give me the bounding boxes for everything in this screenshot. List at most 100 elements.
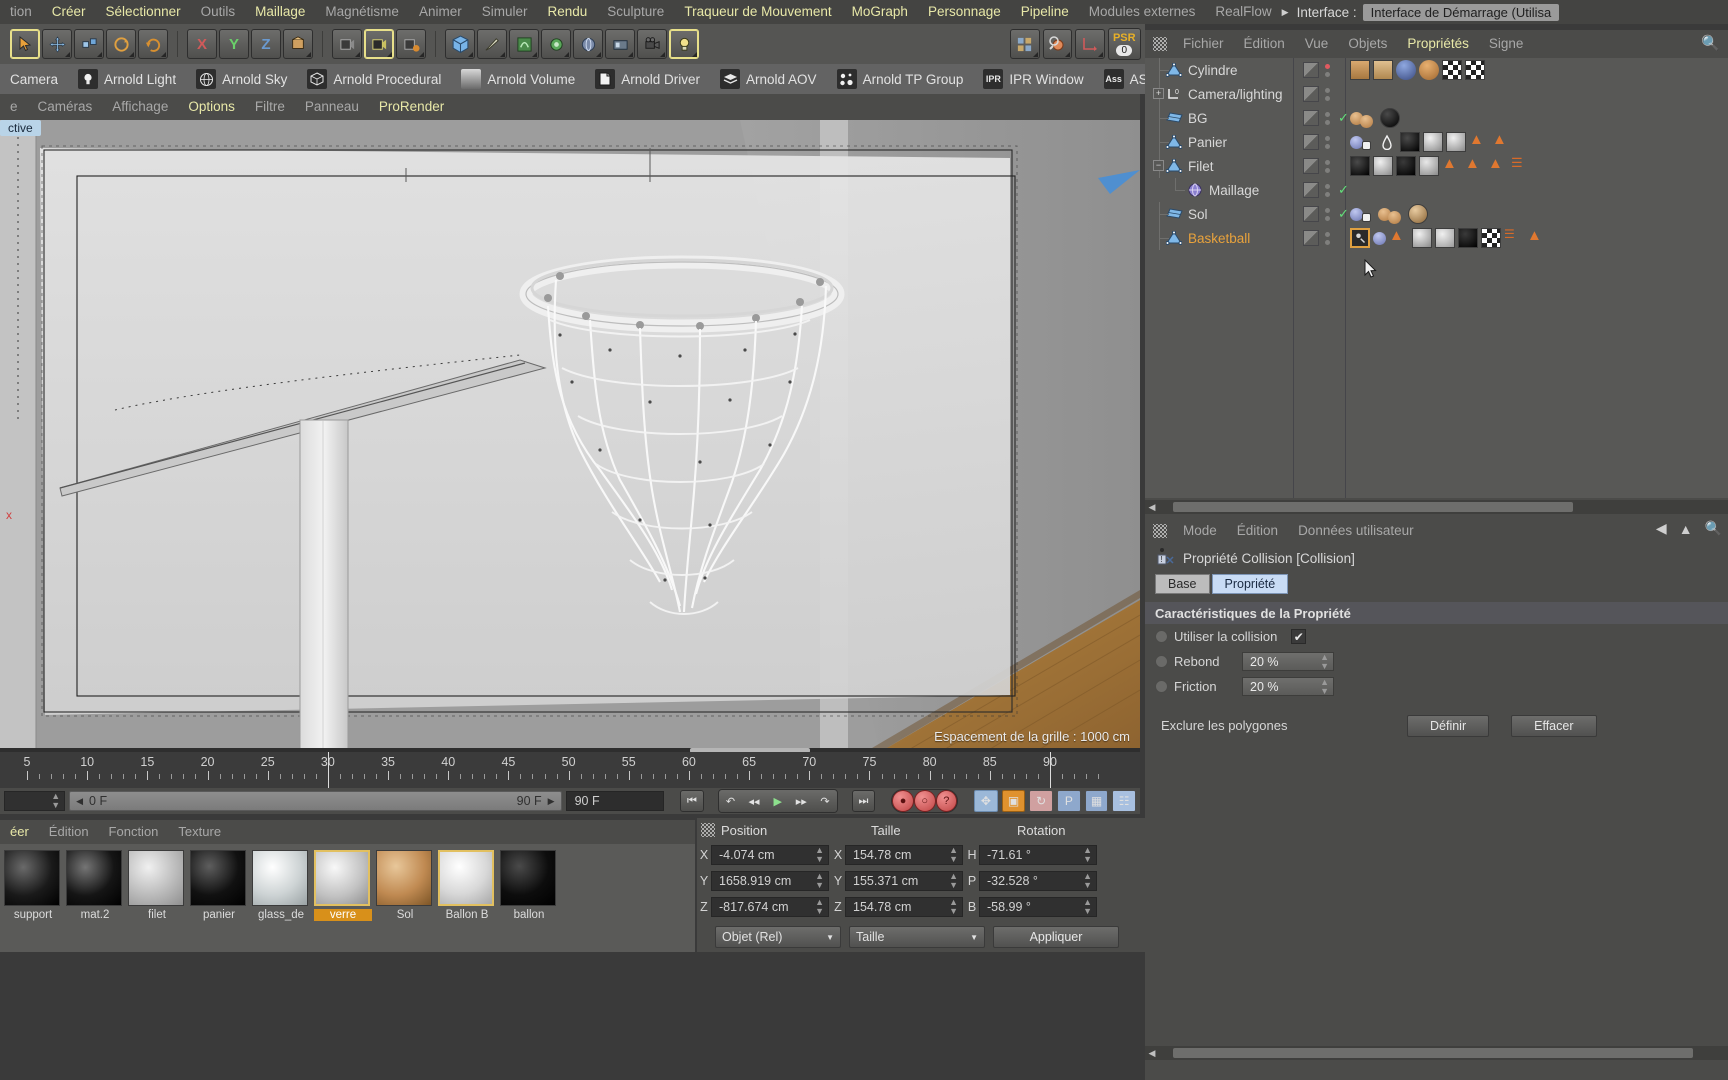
menu-item-traqueur[interactable]: Traqueur de Mouvement: [674, 0, 841, 24]
object-visibility-cell[interactable]: [1297, 154, 1353, 178]
main-menubar[interactable]: tion Créer Sélectionner Outils Maillage …: [0, 0, 1728, 24]
live-selection-icon[interactable]: [10, 29, 40, 59]
stepper-icon[interactable]: ▲ ▼: [1083, 898, 1092, 916]
object-visibility-cell[interactable]: [1297, 58, 1353, 82]
interface-select[interactable]: Interface de Démarrage (Utilisa: [1362, 3, 1560, 21]
black-sphere-tag[interactable]: [1396, 156, 1416, 176]
eye-tag[interactable]: [1373, 60, 1393, 80]
material-swatch[interactable]: [314, 850, 370, 906]
magnifier-sphere-icon[interactable]: [1042, 29, 1073, 59]
grey-sphere-tag[interactable]: [1373, 156, 1393, 176]
person-tag[interactable]: [1396, 60, 1416, 80]
collision-checkbox[interactable]: ✔: [1291, 629, 1307, 644]
arnold-tp-group-button[interactable]: Arnold TP Group: [827, 64, 974, 94]
field-friction[interactable]: Friction 20 % ▲ ▼: [1145, 674, 1728, 699]
rebond-input[interactable]: 20 % ▲ ▼: [1242, 652, 1334, 671]
om-menu-fichier[interactable]: Fichier: [1173, 32, 1234, 56]
menu-item-magnetisme[interactable]: Magnétisme: [315, 0, 409, 24]
keyframe-selection-button[interactable]: ?: [935, 790, 958, 812]
visibility-dots[interactable]: [1325, 111, 1330, 125]
object-tags[interactable]: [1350, 58, 1485, 82]
matmenu-item-fonction[interactable]: Fonction: [99, 820, 169, 844]
axis-x-lock-icon[interactable]: X: [187, 29, 217, 59]
black-sphere-tag[interactable]: [1380, 108, 1400, 128]
play-button[interactable]: ▶: [765, 790, 790, 812]
editor-visibility-dot[interactable]: [1325, 63, 1330, 69]
editor-visibility-dot[interactable]: [1325, 183, 1330, 189]
world-coordinate-icon[interactable]: [283, 29, 313, 59]
grey-sphere-tag[interactable]: [1435, 228, 1455, 248]
visibility-toggle-icon[interactable]: [1303, 86, 1319, 102]
render-visibility-dot[interactable]: [1325, 95, 1330, 101]
position-key-toggle[interactable]: ✥: [974, 790, 998, 812]
stepper-icon[interactable]: ▲ ▼: [949, 872, 958, 890]
material-swatch[interactable]: [190, 850, 246, 906]
object-row-basketball[interactable]: Basketball ▲ ☰ ▲: [1145, 226, 1728, 250]
end-frame-field[interactable]: 90 F: [565, 791, 665, 811]
editor-visibility-dot[interactable]: [1325, 159, 1330, 165]
editor-visibility-dot[interactable]: [1325, 87, 1330, 93]
object-row-maillage[interactable]: Maillage ✓: [1145, 178, 1728, 202]
material-item[interactable]: support: [4, 850, 62, 921]
nav-back-icon[interactable]: ◀: [1656, 520, 1667, 537]
object-row-filet[interactable]: − Filet ▲ ▲ ▲ ☰: [1145, 154, 1728, 178]
environment-icon[interactable]: [573, 29, 603, 59]
field-utiliser-collision[interactable]: Utiliser la collision ✔: [1145, 624, 1728, 649]
panel-grip-icon[interactable]: [701, 823, 715, 837]
matmenu-item-texture[interactable]: Texture: [168, 820, 231, 844]
menu-item-realflow[interactable]: RealFlow: [1205, 0, 1281, 24]
material-swatch[interactable]: [376, 850, 432, 906]
object-tags[interactable]: ▲ ▲: [1350, 130, 1512, 154]
clapper-tag[interactable]: [1350, 60, 1370, 80]
material-manager[interactable]: support mat.2 filet panier glass_de verr…: [0, 844, 695, 952]
material-item[interactable]: Sol: [376, 850, 434, 921]
scale-key-toggle[interactable]: ▣: [1001, 790, 1026, 812]
attribute-manager-grip-icon[interactable]: [1153, 524, 1167, 538]
vpmenu-item-cameras[interactable]: Caméras: [28, 95, 103, 119]
black-sphere-tag[interactable]: [1458, 228, 1478, 248]
material-item[interactable]: filet: [128, 850, 186, 921]
scale-tool-icon[interactable]: [74, 29, 104, 59]
orange-tag[interactable]: ▲: [1442, 156, 1462, 176]
render-visibility-dot[interactable]: [1325, 167, 1330, 173]
rotation-key-toggle[interactable]: ↻: [1029, 790, 1054, 812]
arnold-camera-button[interactable]: Camera: [0, 64, 68, 94]
size-y-field[interactable]: 155.371 cm ▲ ▼: [845, 871, 963, 891]
object-visibility-cell[interactable]: ✓: [1297, 106, 1353, 130]
attribute-manager[interactable]: ! Propriété Collision [Collision] Base P…: [1145, 544, 1728, 1010]
animation-transport-bar[interactable]: ▲ ▼ ◀ 0 F 90 F ▶ 90 F ⏮ ↶ ◂◂ ▶ ▸▸ ↷ ⏭ ● ○: [0, 788, 1140, 814]
object-tags[interactable]: [1350, 202, 1428, 226]
object-manager-grip-icon[interactable]: [1153, 37, 1167, 51]
timeline-frame-slider[interactable]: ◀ 0 F 90 F ▶: [69, 791, 562, 811]
pla-key-toggle[interactable]: ▦: [1084, 790, 1109, 812]
animate-bullet-icon[interactable]: [1155, 630, 1168, 643]
enabled-check-icon[interactable]: ✓: [1338, 206, 1349, 222]
step-forward-button[interactable]: ▸▸: [789, 790, 814, 812]
object-row-cylindre[interactable]: Cylindre: [1145, 58, 1728, 82]
visibility-dots[interactable]: [1325, 135, 1330, 149]
material-swatch[interactable]: [4, 850, 60, 906]
null-object-icon[interactable]: [1165, 157, 1183, 175]
menu-item-rendu[interactable]: Rendu: [537, 0, 597, 24]
arnold-aov-button[interactable]: Arnold AOV: [710, 64, 827, 94]
vpmenu-item-prorender[interactable]: ProRender: [369, 95, 454, 119]
collision-sel-tag[interactable]: [1350, 228, 1370, 248]
material-tan-tag[interactable]: [1388, 211, 1401, 224]
object-manager-hscrollbar[interactable]: ◀: [1145, 500, 1728, 514]
orange-tag[interactable]: ▲: [1465, 156, 1485, 176]
field-rebond[interactable]: Rebond 20 % ▲ ▼: [1145, 649, 1728, 674]
enabled-check-icon[interactable]: ✓: [1338, 182, 1349, 198]
visibility-toggle-icon[interactable]: [1303, 134, 1319, 150]
record-keyframe-button[interactable]: ●: [892, 790, 914, 812]
menu-item-outils[interactable]: Outils: [191, 0, 246, 24]
collision-tag[interactable]: [1377, 132, 1397, 152]
position-x-field[interactable]: -4.074 cm ▲ ▼: [711, 845, 829, 865]
deformer-icon[interactable]: [541, 29, 571, 59]
visibility-toggle-icon[interactable]: [1303, 110, 1319, 126]
material-item-selected[interactable]: verre: [314, 850, 372, 921]
visibility-dots[interactable]: [1325, 231, 1330, 245]
arnold-sky-button[interactable]: Arnold Sky: [186, 64, 297, 94]
stepper-icon[interactable]: ▲ ▼: [949, 898, 958, 916]
slider-left-arrow-icon[interactable]: ◀: [76, 796, 83, 807]
object-row-panier[interactable]: Panier ▲ ▲: [1145, 130, 1728, 154]
